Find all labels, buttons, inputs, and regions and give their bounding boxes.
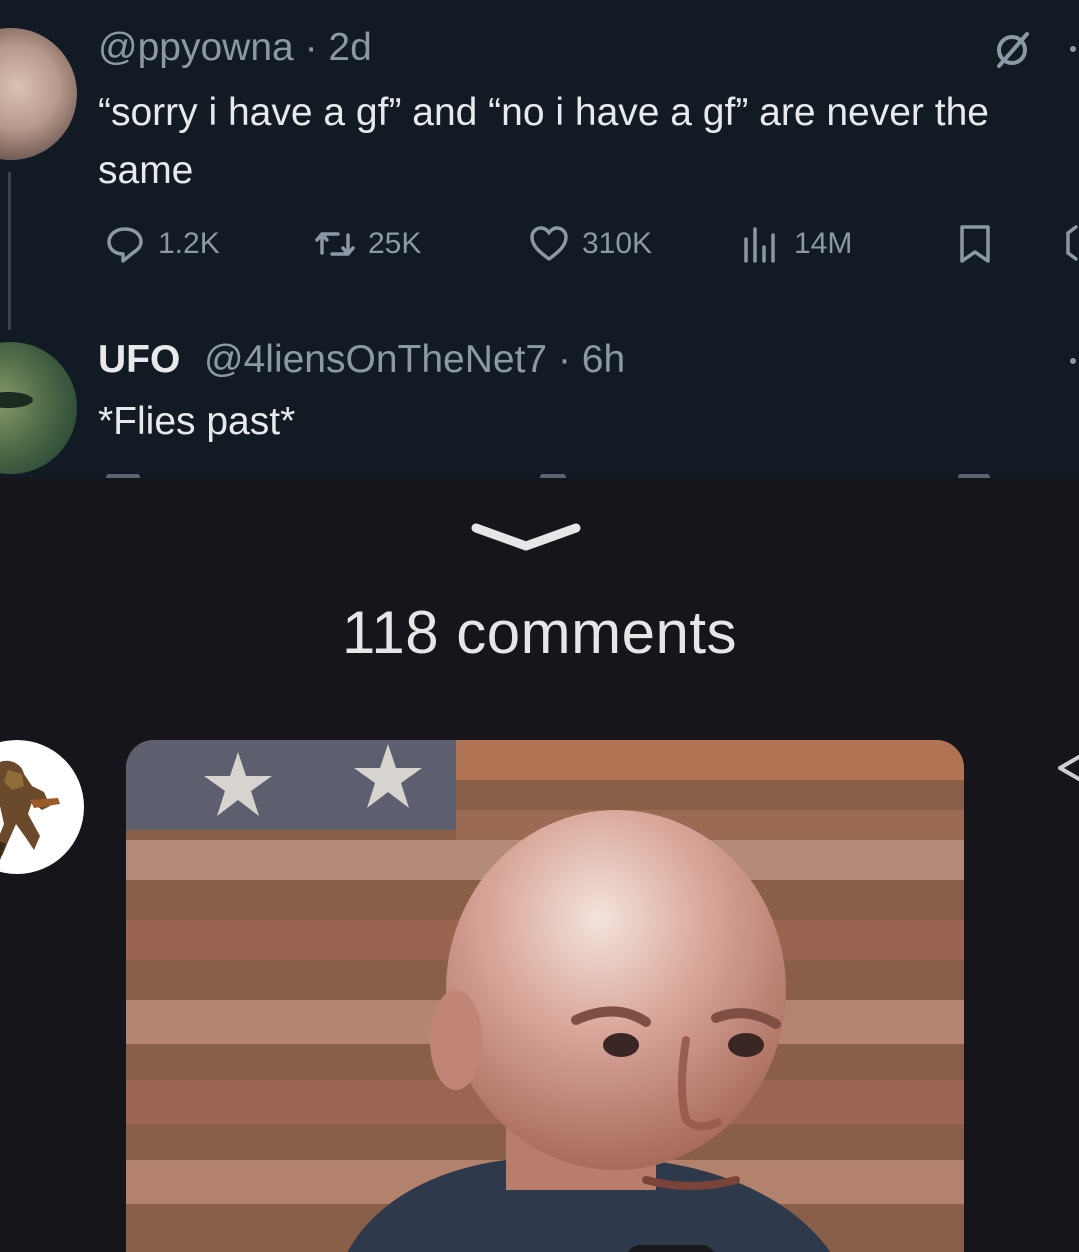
tweet-header: @ppyowna · 2d (98, 26, 372, 70)
header-separator: · (304, 26, 318, 69)
ufo-icon (0, 392, 33, 408)
like-button[interactable]: 310K (528, 222, 652, 266)
reply-count: 1.2K (158, 227, 220, 260)
share-icon (1066, 225, 1078, 261)
chevron-down-icon[interactable] (466, 518, 586, 558)
bookmark-icon (960, 225, 990, 263)
reply-header: @4liensOnTheNet7 · 6h (204, 338, 625, 382)
grok-icon[interactable] (990, 28, 1034, 72)
reaction-image (126, 740, 964, 1252)
more-options-icon[interactable] (1070, 46, 1076, 52)
repost-button[interactable]: 25K (314, 222, 421, 266)
like-count: 310K (582, 227, 653, 260)
tweet-screenshot: @ppyowna · 2d “sorry i have a gf” and “n… (0, 0, 1079, 478)
avatar-ppyowna[interactable] (0, 28, 77, 160)
tweet-time: 2d (328, 26, 372, 69)
cut-like-icon (540, 474, 566, 478)
views-icon (744, 227, 775, 263)
bookmark-button[interactable] (954, 222, 1008, 266)
reply-separator: · (557, 338, 571, 381)
reply-more-icon[interactable] (1070, 358, 1076, 364)
reply-text: *Flies past* (98, 400, 296, 443)
commenter-avatar[interactable] (0, 740, 84, 874)
repost-count: 25K (368, 227, 422, 260)
comments-count: 118 comments (341, 599, 738, 666)
character-art-icon (0, 760, 60, 860)
share-button-partial[interactable] (1062, 222, 1079, 266)
avatar-ufo[interactable] (0, 342, 77, 474)
views-count: 14M (794, 227, 853, 260)
thread-line (8, 172, 11, 330)
reply-button[interactable]: 1.2K (104, 222, 220, 266)
cut-bookmark-icon (958, 474, 990, 478)
reply-handle[interactable]: @4liensOnTheNet7 (204, 338, 547, 381)
cut-reply-icon (106, 474, 140, 478)
reply-display-name[interactable]: UFO (98, 338, 180, 382)
views-button[interactable]: 14M (740, 222, 852, 266)
tweet-handle[interactable]: @ppyowna (98, 26, 294, 69)
app-root: @ppyowna · 2d “sorry i have a gf” and “n… (0, 0, 1079, 1252)
tweet-text: “sorry i have a gf” and “no i have a gf”… (98, 91, 989, 192)
heart-icon (530, 226, 568, 261)
reply-icon (107, 227, 143, 263)
share-icon-right[interactable] (1050, 748, 1079, 788)
comment-media-image[interactable] (126, 740, 964, 1252)
repost-icon (315, 232, 355, 256)
reply-time: 6h (581, 338, 626, 381)
